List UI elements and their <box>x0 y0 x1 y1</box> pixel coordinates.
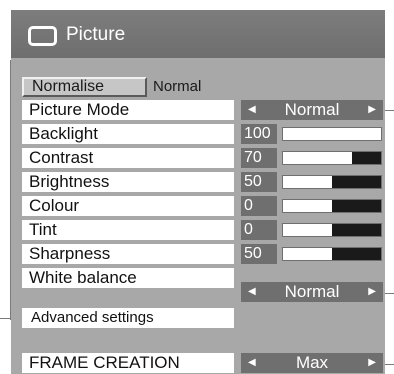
colour-fill <box>332 200 381 212</box>
brightness-fill <box>332 176 381 188</box>
arrow-right-icon[interactable]: ▶ <box>368 282 376 302</box>
right-leader-stub-3 <box>385 364 394 365</box>
contrast-label[interactable]: Contrast <box>22 148 234 168</box>
brightness-slider[interactable]: 50 <box>241 172 383 192</box>
white-balance-label[interactable]: White balance <box>22 268 234 288</box>
backlight-track[interactable] <box>282 127 382 141</box>
arrow-right-icon[interactable]: ▶ <box>368 100 376 120</box>
arrow-left-icon[interactable]: ◀ <box>248 282 256 302</box>
sharpness-track[interactable] <box>282 247 382 261</box>
backlight-slider[interactable]: 100 <box>241 124 383 144</box>
tint-track[interactable] <box>282 223 382 237</box>
backlight-label[interactable]: Backlight <box>22 124 234 144</box>
tv-screen-icon <box>28 26 57 46</box>
white-balance-selector[interactable]: ◀ Normal ▶ <box>241 282 383 302</box>
tint-label[interactable]: Tint <box>22 220 234 240</box>
frame-creation-selector[interactable]: ◀ Max ▶ <box>241 353 383 373</box>
sharpness-label[interactable]: Sharpness <box>22 244 234 264</box>
normalise-button[interactable]: Normalise <box>22 77 147 97</box>
contrast-slider[interactable]: 70 <box>241 148 383 168</box>
brightness-label[interactable]: Brightness <box>22 172 234 192</box>
menu-header: Picture <box>11 10 385 58</box>
frame-creation-value: Max <box>295 353 329 372</box>
normalise-status: Normal <box>153 78 202 95</box>
picture-mode-label[interactable]: Picture Mode <box>22 100 234 120</box>
contrast-track[interactable] <box>282 151 382 165</box>
arrow-right-icon[interactable]: ▶ <box>368 353 376 373</box>
contrast-value: 70 <box>241 148 277 168</box>
tint-value: 0 <box>241 220 277 240</box>
contrast-fill <box>351 152 381 164</box>
picture-menu-panel: Picture Normalise Normal Picture Mode ◀ … <box>11 10 385 374</box>
colour-track[interactable] <box>282 199 382 213</box>
picture-mode-selector[interactable]: ◀ Normal ▶ <box>241 100 383 120</box>
arrow-left-icon[interactable]: ◀ <box>248 100 256 120</box>
sharpness-value: 50 <box>241 244 277 264</box>
tint-fill <box>332 224 381 236</box>
tint-slider[interactable]: 0 <box>241 220 383 240</box>
sharpness-slider[interactable]: 50 <box>241 244 383 264</box>
brightness-value: 50 <box>241 172 277 192</box>
frame-creation-label[interactable]: FRAME CREATION <box>22 353 234 373</box>
left-leader-tick <box>0 318 11 319</box>
menu-title: Picture <box>66 24 126 45</box>
arrow-left-icon[interactable]: ◀ <box>248 353 256 373</box>
sharpness-fill <box>332 248 381 260</box>
colour-label[interactable]: Colour <box>22 196 234 216</box>
right-leader-stub-2 <box>385 293 394 294</box>
colour-slider[interactable]: 0 <box>241 196 383 216</box>
white-balance-value: Normal <box>284 282 340 301</box>
advanced-settings-item[interactable]: Advanced settings <box>22 308 234 328</box>
picture-mode-value: Normal <box>284 100 340 119</box>
right-leader-stub-1 <box>385 110 394 111</box>
brightness-track[interactable] <box>282 175 382 189</box>
colour-value: 0 <box>241 196 277 216</box>
backlight-value: 100 <box>241 124 277 144</box>
